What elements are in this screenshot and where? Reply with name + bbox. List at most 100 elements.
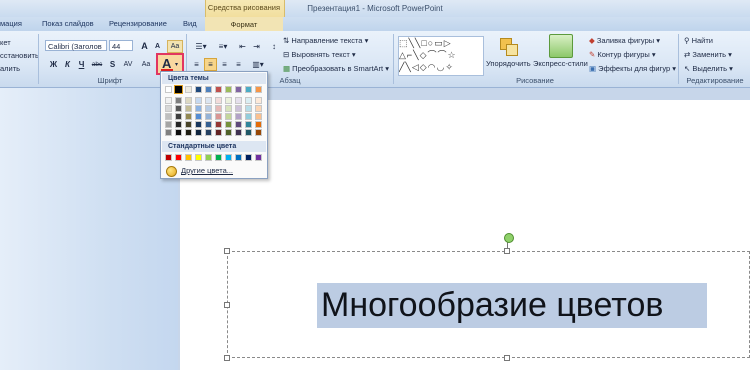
theme-shade-swatch[interactable] [245,105,252,112]
theme-color-swatch[interactable] [235,86,242,93]
theme-shade-swatch[interactable] [195,129,202,136]
standard-color-swatch[interactable] [205,154,212,161]
columns-icon[interactable]: ▥▾ [248,58,268,71]
theme-shade-swatch[interactable] [185,129,192,136]
theme-shade-swatch[interactable] [165,129,172,136]
theme-color-swatch[interactable] [185,86,192,93]
standard-color-swatch[interactable] [245,154,252,161]
text-direction-button[interactable]: ⇅ Направление текста ▾ [283,36,368,45]
standard-color-swatch[interactable] [195,154,202,161]
theme-shade-swatch[interactable] [175,105,182,112]
theme-shade-swatch[interactable] [195,105,202,112]
rotation-handle[interactable] [504,233,514,243]
align-text-button[interactable]: ⊟ Выровнять текст ▾ [283,50,356,59]
standard-color-swatch[interactable] [215,154,222,161]
resize-handle-sw[interactable] [224,355,230,361]
theme-shade-swatch[interactable] [195,113,202,120]
cut-button[interactable]: кет [0,38,11,47]
delete-button[interactable]: алить [0,64,20,73]
standard-color-swatch[interactable] [165,154,172,161]
theme-shade-swatch[interactable] [185,97,192,104]
slides-pane[interactable] [0,88,178,370]
shrink-font-button[interactable]: A [151,40,164,53]
tab-animation[interactable]: мация [0,19,22,28]
resize-handle-nw[interactable] [224,248,230,254]
replace-button[interactable]: ⇄ Заменить ▾ [684,50,732,59]
theme-shade-swatch[interactable] [235,105,242,112]
theme-shade-swatch[interactable] [205,129,212,136]
shape-effects-button[interactable]: ▣ Эффекты для фигур ▾ [589,64,676,73]
more-colors-item[interactable]: Другие цвета... [162,165,266,177]
theme-shade-swatch[interactable] [205,121,212,128]
theme-shade-swatch[interactable] [245,129,252,136]
theme-shade-swatch[interactable] [235,113,242,120]
restore-button[interactable]: сстановить [0,51,39,60]
shape-fill-button[interactable]: ◆ Заливка фигуры ▾ [589,36,660,45]
tab-review[interactable]: Рецензирование [109,19,167,28]
theme-shade-swatch[interactable] [185,105,192,112]
theme-shade-swatch[interactable] [255,113,262,120]
bullets-icon[interactable]: ☰▾ [190,40,212,53]
clear-format-button[interactable]: Aa [167,40,183,53]
strikethrough-button[interactable]: abc [89,58,105,71]
theme-shade-swatch[interactable] [195,121,202,128]
find-button[interactable]: ⚲ Найти [684,36,713,45]
quick-styles-button[interactable]: Экспресс-стили [533,59,588,68]
standard-color-swatch[interactable] [225,154,232,161]
change-case-button[interactable]: Aa [138,58,154,71]
theme-shade-swatch[interactable] [245,97,252,104]
theme-color-swatch[interactable] [255,86,262,93]
tab-slideshow[interactable]: Показ слайдов [42,19,94,28]
theme-color-swatch[interactable] [245,86,252,93]
theme-shade-swatch[interactable] [165,97,172,104]
theme-shade-swatch[interactable] [225,97,232,104]
align-right-icon[interactable]: ≡ [218,58,231,71]
theme-shade-swatch[interactable] [165,121,172,128]
theme-shade-swatch[interactable] [185,113,192,120]
theme-shade-swatch[interactable] [235,121,242,128]
theme-shade-swatch[interactable] [165,105,172,112]
resize-handle-w[interactable] [224,302,230,308]
theme-shade-swatch[interactable] [245,113,252,120]
theme-shade-swatch[interactable] [215,113,222,120]
italic-button[interactable]: К [61,58,74,71]
theme-shade-swatch[interactable] [175,121,182,128]
theme-shade-swatch[interactable] [235,97,242,104]
tab-format[interactable]: Формат [205,17,283,31]
underline-button[interactable]: Ч [75,58,88,71]
font-name-combo[interactable]: Calibri (Заголов [45,40,107,51]
theme-shade-swatch[interactable] [185,121,192,128]
arrange-button[interactable]: Упорядочить [486,59,531,68]
theme-shade-swatch[interactable] [205,97,212,104]
theme-color-swatch[interactable] [225,86,232,93]
theme-shade-swatch[interactable] [225,121,232,128]
theme-shade-swatch[interactable] [255,97,262,104]
justify-icon[interactable]: ≡ [232,58,245,71]
theme-shade-swatch[interactable] [215,121,222,128]
theme-color-swatch[interactable] [205,86,212,93]
theme-shade-swatch[interactable] [175,129,182,136]
shapes-gallery[interactable]: ⬚╲╲□○▭▷ △⌐╲◇⌒⌒☆ ╱╲◁◇◠◡✧ [398,36,484,76]
theme-color-swatch[interactable] [195,86,202,93]
increase-indent-icon[interactable]: ⇥ [250,40,263,53]
standard-color-swatch[interactable] [235,154,242,161]
font-size-combo[interactable]: 44 [109,40,133,51]
tab-view[interactable]: Вид [183,19,197,28]
theme-shade-swatch[interactable] [255,121,262,128]
theme-color-swatch[interactable] [215,86,222,93]
theme-color-swatch[interactable] [174,85,183,94]
theme-shade-swatch[interactable] [225,105,232,112]
align-center-icon[interactable]: ≡ [204,58,217,71]
standard-color-swatch[interactable] [255,154,262,161]
theme-shade-swatch[interactable] [205,113,212,120]
select-button[interactable]: ↖ Выделить ▾ [684,64,733,73]
theme-shade-swatch[interactable] [255,105,262,112]
theme-shade-swatch[interactable] [235,129,242,136]
align-left-icon[interactable]: ≡ [190,58,203,71]
slide-title-text[interactable]: Многообразие цветов [317,283,707,328]
grow-font-button[interactable]: A [138,40,151,53]
theme-shade-swatch[interactable] [255,129,262,136]
resize-handle-n[interactable] [504,248,510,254]
theme-shade-swatch[interactable] [205,105,212,112]
theme-shade-swatch[interactable] [225,113,232,120]
